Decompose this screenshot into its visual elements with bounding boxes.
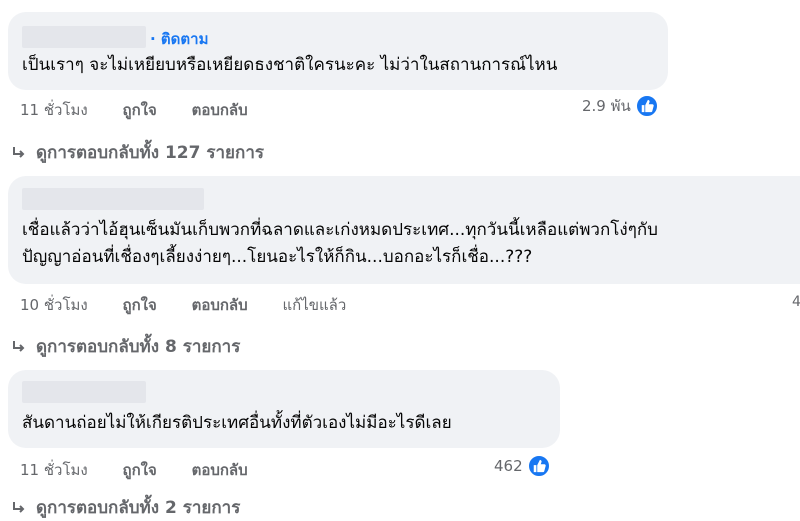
- like-button[interactable]: ถูกใจ: [123, 293, 157, 317]
- view-replies-link[interactable]: ดูการตอบกลับทั้ง 127 รายการ: [12, 139, 264, 166]
- reaction-count-clipped: 4: [792, 294, 800, 310]
- like-icon: [526, 454, 551, 478]
- view-replies-link[interactable]: ดูการตอบกลับทั้ง 8 รายการ: [12, 333, 240, 360]
- like-button[interactable]: ถูกใจ: [123, 458, 157, 482]
- comment-time[interactable]: 11 ชั่วโมง: [20, 98, 88, 122]
- comment-actions: 11 ชั่วโมง ถูกใจ ตอบกลับ: [20, 458, 278, 482]
- comment-time[interactable]: 11 ชั่วโมง: [20, 458, 88, 482]
- view-replies-link[interactable]: ดูการตอบกลับทั้ง 2 รายการ: [12, 494, 240, 521]
- comment-actions: 11 ชั่วโมง ถูกใจ ตอบกลับ: [20, 98, 278, 122]
- comment-time[interactable]: 10 ชั่วโมง: [20, 293, 88, 317]
- follow-link[interactable]: · ติดตาม: [150, 27, 208, 51]
- comment-text: เป็นเราๆ จะไม่เหยียบหรือเหยียดธงชาติใครน…: [22, 55, 558, 75]
- like-icon: [634, 94, 659, 118]
- view-replies-label: ดูการตอบกลับทั้ง 127 รายการ: [36, 143, 264, 163]
- reaction-count: 2.9 พัน: [582, 97, 631, 115]
- edited-label: แก้ไขแล้ว: [282, 296, 347, 314]
- reply-arrow-icon: [13, 146, 25, 158]
- redacted-author-name[interactable]: [22, 26, 146, 48]
- comment-text-line-2: ปัญญาอ่อนที่เชื่องๆเลี้ยงง่ายๆ...โยนอะไร…: [22, 247, 533, 267]
- comment-text: สันดานถ่อยไม่ให้เกียรติประเทศอื่นทั้งที่…: [22, 413, 452, 433]
- reply-button[interactable]: ตอบกลับ: [192, 458, 248, 482]
- reaction-summary[interactable]: 2.9 พัน: [582, 94, 659, 118]
- redacted-author-name[interactable]: [22, 381, 146, 403]
- reaction-summary[interactable]: 462: [494, 454, 551, 478]
- redacted-author-name[interactable]: [22, 188, 204, 210]
- comment-text-line-1: เชื่อแล้วว่าไอ้ฮุนเซ็นมันเก็บพวกที่ฉลาดแ…: [22, 220, 658, 240]
- view-replies-label: ดูการตอบกลับทั้ง 8 รายการ: [36, 337, 241, 357]
- reaction-count: 462: [494, 457, 523, 475]
- comment-actions: 10 ชั่วโมง ถูกใจ ตอบกลับ แก้ไขแล้ว: [20, 293, 376, 317]
- reply-button[interactable]: ตอบกลับ: [192, 98, 248, 122]
- reply-arrow-icon: [13, 501, 25, 513]
- reply-arrow-icon: [13, 340, 25, 352]
- like-button[interactable]: ถูกใจ: [123, 98, 157, 122]
- view-replies-label: ดูการตอบกลับทั้ง 2 รายการ: [36, 498, 241, 518]
- reply-button[interactable]: ตอบกลับ: [192, 293, 248, 317]
